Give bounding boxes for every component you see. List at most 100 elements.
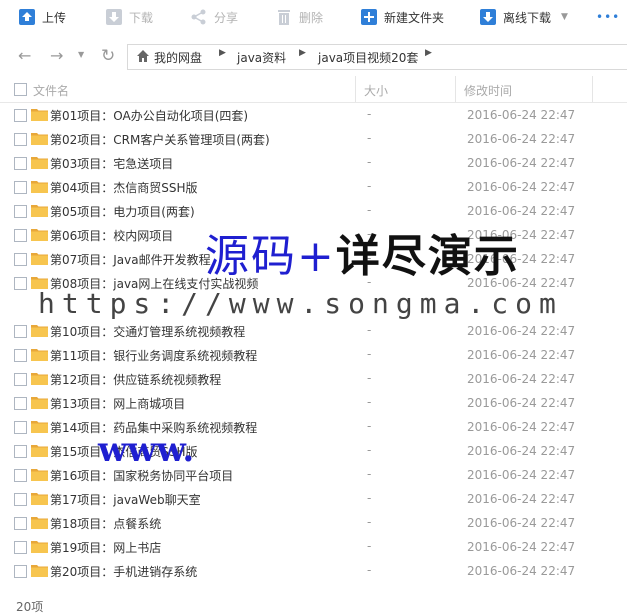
folder-icon [31,108,48,121]
file-modified-date: 2016-06-24 22:47 [467,564,576,578]
folder-icon [31,492,48,505]
file-row[interactable]: 第12项目：供应链系统视频教程 - 2016-06-24 22:47 [0,367,627,391]
folder-icon [31,228,48,241]
more-button[interactable]: ••• [596,0,620,34]
row-checkbox[interactable] [14,229,27,242]
new-folder-button[interactable]: 新建文件夹 [360,0,444,34]
row-checkbox[interactable] [14,373,27,386]
file-size: - [367,539,372,553]
file-name[interactable]: 第20项目：手机进销存系统 [50,563,197,580]
file-row[interactable]: 第18项目：点餐系统 - 2016-06-24 22:47 [0,511,627,535]
file-row[interactable]: 第02项目：CRM客户关系管理项目(两套) - 2016-06-24 22:47 [0,127,627,151]
back-arrow-icon[interactable]: ← [18,46,31,65]
row-checkbox[interactable] [14,109,27,122]
row-checkbox[interactable] [14,205,27,218]
row-checkbox[interactable] [14,565,27,578]
refresh-icon[interactable]: ↻ [101,46,115,66]
row-checkbox[interactable] [14,277,27,290]
file-row[interactable]: 第15项目：杰信商贸SSH版 -2016-06-24 22:47 [0,439,627,463]
folder-icon [31,180,48,193]
watermark-www: www. [98,430,195,470]
file-list-header: 文件名 大小 修改时间 [0,76,627,103]
file-name[interactable]: 第07项目：Java邮件开发教程 [50,251,211,268]
breadcrumb-separator-icon: ▶ [299,48,306,58]
row-checkbox[interactable] [14,349,27,362]
row-checkbox[interactable] [14,397,27,410]
file-name[interactable]: 第04项目：杰信商贸SSH版 [50,179,198,196]
trash-icon [275,8,293,26]
file-row[interactable]: 第16项目：国家税务协同平台项目 -2016-06-24 22:47 [0,463,627,487]
breadcrumb-item-java-resources[interactable]: java资料 [237,49,286,66]
chevron-down-icon[interactable]: ▼ [561,12,568,22]
upload-button[interactable]: 上传 [18,0,66,34]
delete-button[interactable]: 删除 [275,0,323,34]
file-name[interactable]: 第11项目：银行业务调度系统视频教程 [50,347,257,364]
upload-label: 上传 [42,10,67,25]
file-name[interactable]: 第12项目：供应链系统视频教程 [50,371,221,388]
file-name[interactable]: 第13项目：网上商城项目 [50,395,185,412]
file-row[interactable]: 第04项目：杰信商贸SSH版 - 2016-06-24 22:47 [0,175,627,199]
offline-download-label: 离线下载 [503,10,552,25]
row-checkbox[interactable] [14,325,27,338]
file-row[interactable]: 第19项目：网上书店 - 2016-06-24 22:47 [0,535,627,559]
column-name[interactable]: 文件名 [33,82,69,99]
row-checkbox[interactable] [14,253,27,266]
file-size: - [367,179,372,193]
download-button[interactable]: 下载 [105,0,153,34]
toolbar: 上传 下载 分享 删除 新建文件夹 离线下载 ▼ ••• [0,0,627,36]
file-name[interactable]: 第05项目：电力项目(两套) [50,203,195,220]
column-divider [592,76,593,102]
column-modified[interactable]: 修改时间 [464,82,512,99]
breadcrumb: 我的网盘 ▶ java资料 ▶ java项目视频20套 ▶ [127,44,627,70]
file-name[interactable]: 第06项目：校内网项目 [50,227,173,244]
share-button[interactable]: 分享 [190,0,238,34]
file-row[interactable]: 第10项目：交通灯管理系统视频教程 - 2016-06-24 22:47 [0,319,627,343]
row-checkbox[interactable] [14,421,27,434]
history-dropdown-icon[interactable]: ▼ [78,50,84,59]
file-name[interactable]: 第19项目：网上书店 [50,539,161,556]
file-size: - [367,443,372,457]
row-checkbox[interactable] [14,181,27,194]
column-size[interactable]: 大小 [364,82,388,99]
file-row[interactable]: 第03项目：宅急送项目 - 2016-06-24 22:47 [0,151,627,175]
file-row[interactable]: 第17项目：javaWeb聊天室 - 2016-06-24 22:47 [0,487,627,511]
breadcrumb-item-current-folder[interactable]: java项目视频20套 [318,49,418,66]
file-row[interactable]: 第13项目：网上商城项目 - 2016-06-24 22:47 [0,391,627,415]
file-name[interactable]: 第18项目：点餐系统 [50,515,161,532]
delete-label: 删除 [299,10,324,25]
file-modified-date: 2016-06-24 22:47 [467,180,576,194]
offline-download-button[interactable]: 离线下载 ▼ [479,0,568,34]
file-row[interactable]: 第14项目：药品集中采购系统视频教程 -2016-06-24 22:47 [0,415,627,439]
file-name[interactable]: 第01项目：OA办公自动化项目(四套) [50,107,248,124]
file-row[interactable]: 第11项目：银行业务调度系统视频教程 - 2016-06-24 22:47 [0,343,627,367]
upload-icon [18,8,36,26]
watermark-source-code: 源码 [205,231,297,282]
file-name[interactable]: 第03项目：宅急送项目 [50,155,173,172]
file-size: - [367,395,372,409]
folder-icon [31,324,48,337]
row-checkbox[interactable] [14,517,27,530]
file-name[interactable]: 第02项目：CRM客户关系管理项目(两套) [50,131,270,148]
offline-download-icon [479,8,497,26]
row-checkbox[interactable] [14,493,27,506]
file-row[interactable]: 第01项目：OA办公自动化项目(四套) - 2016-06-24 22:47 [0,103,627,127]
breadcrumb-item-my-disk[interactable]: 我的网盘 [154,49,202,66]
row-checkbox[interactable] [14,445,27,458]
file-modified-date: 2016-06-24 22:47 [467,156,576,170]
select-all-checkbox[interactable] [14,83,27,96]
forward-arrow-icon[interactable]: → [50,46,63,65]
folder-icon [31,204,48,217]
share-icon [190,8,208,26]
file-modified-date: 2016-06-24 22:47 [467,324,576,338]
file-modified-date: 2016-06-24 22:47 [467,516,576,530]
row-checkbox[interactable] [14,469,27,482]
row-checkbox[interactable] [14,157,27,170]
file-name[interactable]: 第10项目：交通灯管理系统视频教程 [50,323,245,340]
home-icon[interactable] [136,49,150,66]
file-name[interactable]: 第17项目：javaWeb聊天室 [50,491,201,508]
row-checkbox[interactable] [14,133,27,146]
folder-icon [31,444,48,457]
file-modified-date: 2016-06-24 22:47 [467,492,576,506]
row-checkbox[interactable] [14,541,27,554]
file-row[interactable]: 第20项目：手机进销存系统 - 2016-06-24 22:47 [0,559,627,583]
